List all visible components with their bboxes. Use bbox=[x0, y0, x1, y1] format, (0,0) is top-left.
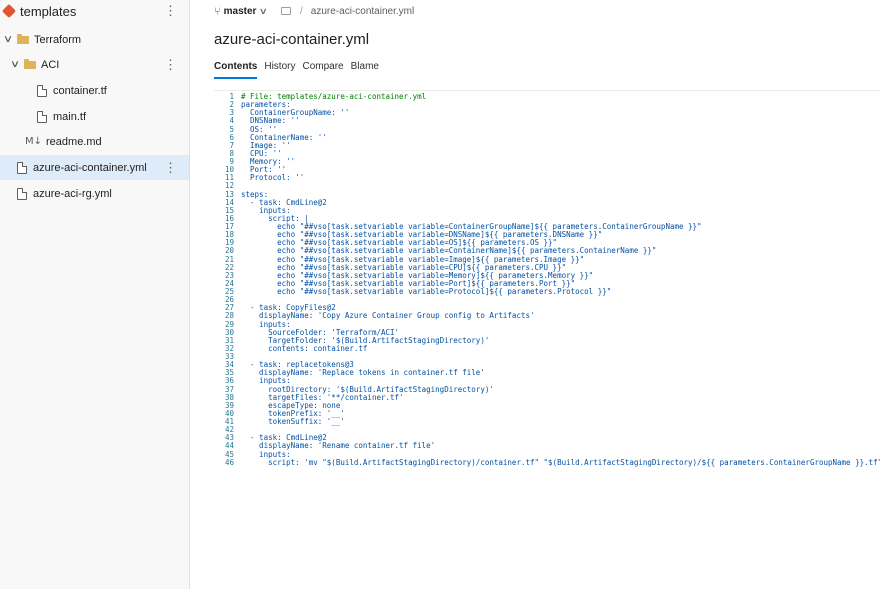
code-text: tokenSuffix: '__' bbox=[241, 417, 345, 426]
repo-header[interactable]: templates ⋮ bbox=[0, 0, 189, 22]
code-line: 44 displayName: 'Rename container.tf fil… bbox=[214, 442, 880, 450]
tree-item-label: main.tf bbox=[53, 110, 87, 123]
tab-compare[interactable]: Compare bbox=[302, 61, 343, 72]
file-viewer: ⑂ master ∨ / azure-aci-container.yml azu… bbox=[190, 0, 880, 589]
file-icon bbox=[17, 161, 27, 174]
tree-item-aci[interactable]: ∨ ACI ⋮ bbox=[0, 52, 189, 77]
chevron-down-icon[interactable]: ∨ bbox=[1, 34, 15, 45]
code-text: echo "##vso[task.setvariable variable=Pr… bbox=[241, 287, 612, 296]
code-line: 32 contents: container.tf bbox=[214, 343, 880, 353]
code-line: 35 displayName: 'Replace tokens in conta… bbox=[214, 369, 880, 377]
more-options-icon[interactable]: ⋮ bbox=[163, 4, 177, 17]
code-line: 4 DNSName: '' bbox=[214, 117, 880, 125]
code-viewer[interactable]: 1 # File: templates/azure-aci-container.y… bbox=[214, 90, 880, 589]
page-title: azure-aci-container.yml bbox=[214, 31, 370, 48]
folder-icon bbox=[17, 33, 29, 44]
file-icon bbox=[17, 187, 27, 200]
tree-item-label: container.tf bbox=[53, 84, 107, 97]
file-tabs: Contents History Compare Blame bbox=[214, 61, 386, 79]
code-line: 28 displayName: 'Copy Azure Container Gr… bbox=[214, 312, 880, 320]
repo-name: templates bbox=[20, 3, 77, 19]
tree-item-label: azure-aci-rg.yml bbox=[33, 187, 112, 200]
code-text: contents: container.tf bbox=[241, 343, 368, 353]
breadcrumb: ⑂ master ∨ / azure-aci-container.yml bbox=[214, 3, 414, 19]
branch-selector[interactable]: master bbox=[224, 6, 257, 17]
code-line: 14 - task: CmdLine@2 bbox=[214, 198, 880, 207]
tab-contents[interactable]: Contents bbox=[214, 61, 258, 79]
more-options-icon[interactable]: ⋮ bbox=[163, 161, 177, 174]
code-line: 15 inputs: bbox=[214, 206, 880, 215]
branch-icon: ⑂ bbox=[214, 4, 221, 18]
tree-item-azure-aci-container[interactable]: azure-aci-container.yml ⋮ bbox=[0, 155, 189, 180]
file-icon bbox=[37, 110, 47, 123]
tree-item-label: readme.md bbox=[46, 135, 102, 148]
path-separator: / bbox=[300, 5, 303, 17]
code-line: 9 Memory: '' bbox=[214, 157, 880, 166]
tree-item-label: ACI bbox=[41, 58, 60, 71]
tree-item-container-tf[interactable]: container.tf bbox=[0, 78, 189, 103]
code-line: 3 ContainerGroupName: '' bbox=[214, 109, 880, 117]
code-lines: 1 # File: templates/azure-aci-container.y… bbox=[214, 92, 880, 467]
more-options-icon[interactable]: ⋮ bbox=[163, 58, 177, 71]
tree-item-main-tf[interactable]: main.tf bbox=[0, 104, 189, 129]
code-line: 1 # File: templates/azure-aci-container.y… bbox=[214, 92, 880, 101]
markdown-icon: M↓ bbox=[25, 136, 43, 147]
file-icon bbox=[37, 84, 47, 97]
tree-item-azure-aci-rg[interactable]: azure-aci-rg.yml bbox=[0, 181, 189, 206]
tree-item-label: Terraform bbox=[34, 33, 82, 46]
code-line: 6 ContainerName: '' bbox=[214, 133, 880, 142]
code-line: 46 script: 'mv "$(Build.ArtifactStagingD… bbox=[214, 457, 880, 467]
tab-history[interactable]: History bbox=[264, 61, 295, 72]
tree-item-label: azure-aci-container.yml bbox=[33, 161, 147, 174]
path-file[interactable]: azure-aci-container.yml bbox=[311, 6, 414, 17]
code-line: 8 CPU: '' bbox=[214, 149, 880, 158]
repo-root-icon[interactable] bbox=[281, 7, 292, 15]
code-line: 25 echo "##vso[task.setvariable variable… bbox=[214, 287, 880, 296]
code-text: script: 'mv "$(Build.ArtifactStagingDire… bbox=[241, 457, 880, 467]
tree-item-terraform[interactable]: ∨ Terraform bbox=[0, 27, 189, 52]
code-line: 10 Port: '' bbox=[214, 165, 880, 174]
chevron-down-icon[interactable]: ∨ bbox=[8, 59, 22, 70]
code-line: 12 bbox=[214, 182, 880, 190]
code-line: 11 Protocol: '' bbox=[214, 174, 880, 182]
folder-icon bbox=[24, 58, 36, 69]
chevron-down-icon[interactable]: ∨ bbox=[259, 6, 268, 17]
code-text: Protocol: '' bbox=[241, 173, 305, 183]
line-number: 46 bbox=[224, 457, 234, 467]
tree-item-readme[interactable]: M↓ readme.md bbox=[0, 129, 189, 154]
code-line: 41 tokenSuffix: '__' bbox=[214, 417, 880, 426]
code-line: 7 Image: '' bbox=[214, 141, 880, 150]
tab-blame[interactable]: Blame bbox=[351, 61, 379, 72]
git-repo-icon bbox=[1, 3, 17, 19]
file-tree-sidebar: templates ⋮ ∨ Terraform ∨ ACI ⋮ containe… bbox=[0, 0, 190, 589]
